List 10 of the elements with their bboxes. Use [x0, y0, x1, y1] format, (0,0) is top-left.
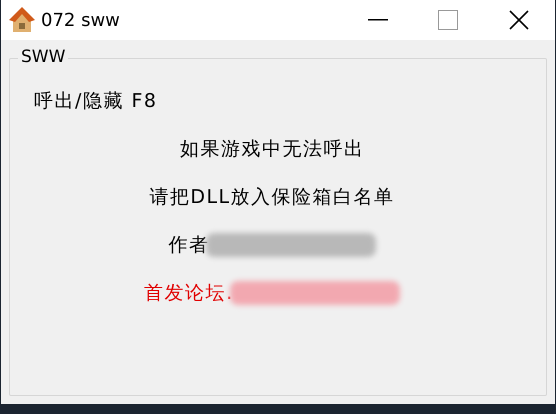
close-icon	[508, 9, 530, 31]
label: 作者	[168, 233, 210, 258]
label: 首发论坛.	[144, 281, 234, 306]
minimize-icon	[368, 19, 388, 21]
label: 请把DLL放入保险箱白名单	[149, 185, 395, 210]
label: 呼出/隐藏 F8	[34, 89, 158, 114]
label: 如果游戏中无法呼出	[180, 137, 364, 162]
window-title: 072 sww	[41, 10, 121, 30]
house-icon	[7, 5, 37, 35]
maximize-icon	[438, 10, 458, 30]
